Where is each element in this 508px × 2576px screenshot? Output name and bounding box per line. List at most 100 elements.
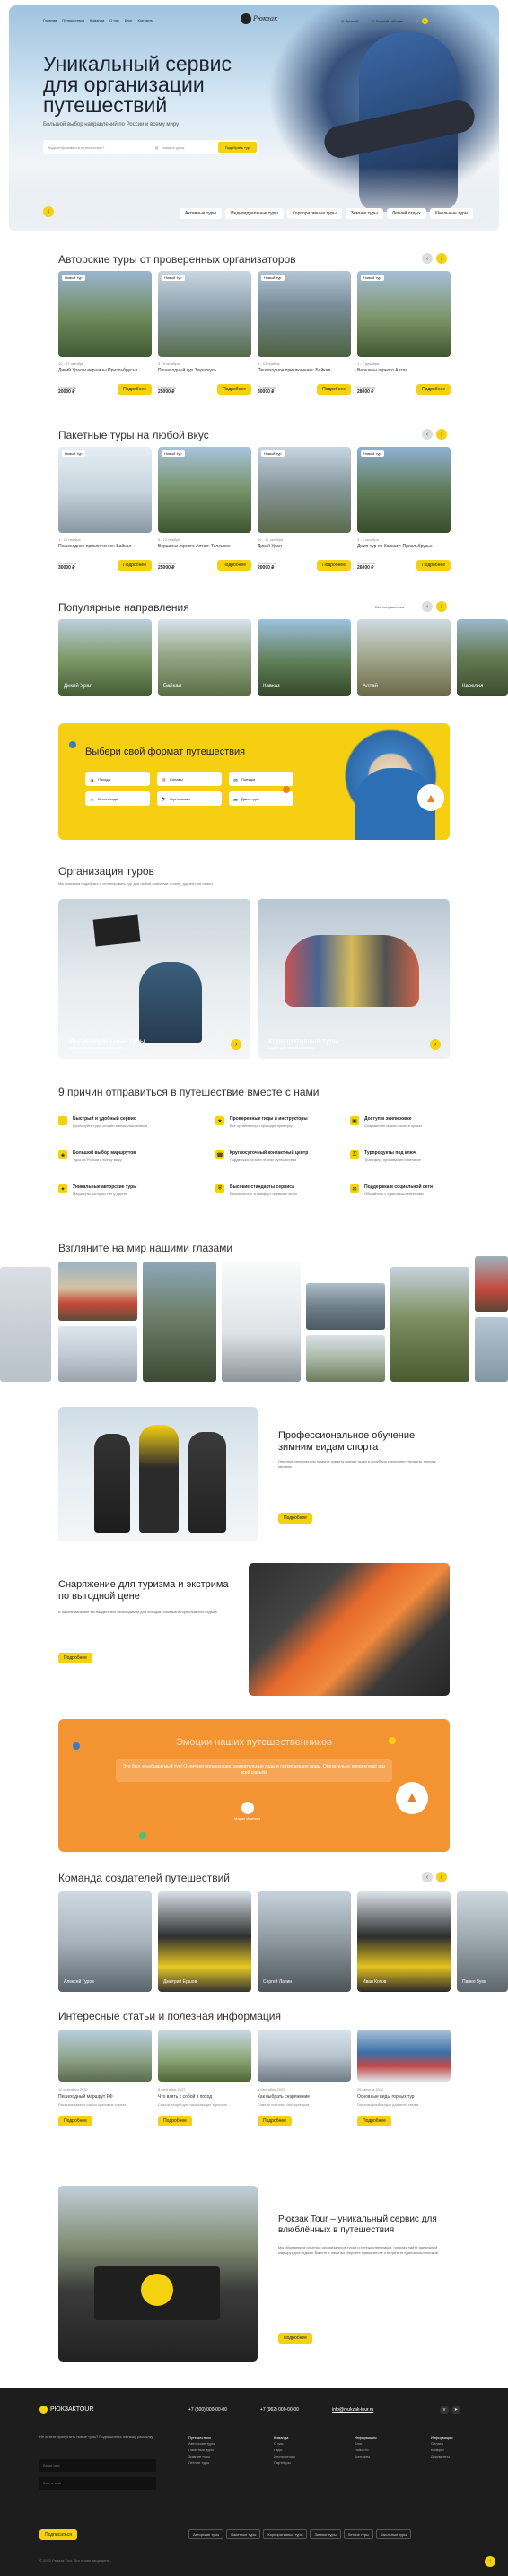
gallery-photo[interactable] — [143, 1262, 216, 1382]
footer-email[interactable]: info@ryukzak-tour.ru — [332, 2407, 373, 2413]
language-select[interactable]: ◎ Русский — [341, 19, 358, 23]
date-input[interactable]: Укажите даты — [159, 145, 218, 150]
details-button[interactable]: Подробнее — [416, 560, 451, 571]
search-button[interactable]: Подобрать тур — [217, 142, 257, 153]
details-button[interactable]: Подробнее — [217, 384, 251, 395]
gallery-photo[interactable] — [0, 1267, 51, 1382]
article-details-button[interactable]: Подробнее — [158, 2116, 192, 2126]
chip[interactable]: Летний отдых — [386, 208, 426, 219]
destination-card[interactable]: Дикий Урал — [58, 619, 152, 696]
tour-card[interactable]: Новый тур 1 - 7 декабря Вершины горного … — [357, 271, 451, 395]
prev-arrow-icon[interactable]: ‹ — [422, 429, 433, 440]
about-details-button[interactable]: Подробнее — [278, 2333, 312, 2344]
format-option[interactable]: 🚙 Джип-туры — [229, 791, 293, 806]
nav-item[interactable]: Главная — [43, 18, 57, 22]
scroll-top-button[interactable]: ↑ — [485, 2556, 495, 2567]
details-button[interactable]: Подробнее — [118, 384, 152, 395]
footer-tag[interactable]: Пакетные туры — [226, 2529, 261, 2539]
tour-card[interactable]: Новый тур 5 - 12 ноября Пешеходное прикл… — [258, 271, 351, 395]
chip[interactable]: Индивидуальные туры — [225, 208, 284, 219]
footer-tag[interactable]: Зимние туры — [310, 2529, 341, 2539]
next-arrow-icon[interactable]: › — [436, 253, 447, 264]
gallery-photo[interactable] — [390, 1267, 469, 1382]
gallery-photo[interactable] — [58, 1262, 137, 1321]
team-member-card[interactable]: Иван Котов — [357, 1891, 451, 1992]
next-arrow-icon[interactable]: › — [436, 1872, 447, 1882]
footer-tag[interactable]: Корпоративные туры — [263, 2529, 308, 2539]
chip[interactable]: Корпоративные туры — [286, 208, 342, 219]
gallery-photo[interactable] — [475, 1317, 508, 1382]
team-member-card[interactable]: Павел Зуев — [457, 1891, 508, 1992]
details-button[interactable]: Подробнее — [317, 384, 351, 395]
org-card[interactable]: Корпоративные туры Отдых для вашей коман… — [258, 899, 450, 1059]
gallery-photo[interactable] — [222, 1262, 301, 1382]
nav-item[interactable]: Команда — [90, 18, 104, 22]
gallery-photo[interactable] — [58, 1326, 137, 1382]
nav-item[interactable]: Путешествия — [62, 18, 84, 22]
nav-item[interactable]: Контакты — [138, 18, 153, 22]
gallery-photo[interactable] — [475, 1256, 508, 1312]
chip[interactable]: Зимние туры — [345, 208, 383, 219]
details-button[interactable]: Подробнее — [118, 560, 152, 571]
prev-arrow-icon[interactable]: ‹ — [422, 253, 433, 264]
tour-card[interactable]: Новый тур 3 - 8 октября Джип-тур по Кавк… — [357, 447, 451, 571]
details-button[interactable]: Подробнее — [416, 384, 451, 395]
team-member-card[interactable]: Сергей Лапин — [258, 1891, 351, 1992]
footer-tag[interactable]: Летние туры — [343, 2529, 373, 2539]
nav-item[interactable]: О нас — [109, 18, 119, 22]
arrow-right-icon[interactable]: › — [231, 1039, 241, 1050]
subscribe-button[interactable]: Подписаться — [39, 2529, 77, 2540]
format-option[interactable]: ⛵ Сплавы — [157, 772, 222, 786]
article-card[interactable]: 1 сентября 2022 Как выбрать снаряжение С… — [258, 2030, 351, 2126]
next-arrow-icon[interactable]: › — [436, 429, 447, 440]
email-input[interactable]: Ваш e-mail — [39, 2477, 156, 2490]
gear-details-button[interactable]: Подробнее — [58, 1653, 92, 1663]
details-button[interactable]: Подробнее — [317, 560, 351, 571]
format-option[interactable]: 🚌 Поездки — [229, 772, 293, 786]
tour-card[interactable]: Новый тур 1 - 10 ноября Пешеходное прикл… — [58, 447, 152, 571]
destination-card[interactable]: Кавказ — [258, 619, 351, 696]
format-option[interactable]: ⛷ Горнолыжка — [157, 791, 222, 806]
scroll-down-button[interactable]: ↓ — [43, 206, 54, 217]
destination-input[interactable]: Куда отправимся в путешествие? — [43, 145, 155, 150]
name-input[interactable]: Ваше имя — [39, 2459, 156, 2472]
destination-card[interactable]: Алтай — [357, 619, 451, 696]
article-card[interactable]: 8 сентября 2022 Что взять с собой в похо… — [158, 2030, 251, 2126]
arrow-right-icon[interactable]: › — [430, 1039, 441, 1050]
logo[interactable]: Рюкзак — [241, 13, 277, 24]
article-card[interactable]: 25 августа 2022 Основные виды горных тур… — [357, 2030, 451, 2126]
cart-button[interactable]: 🛒 0 — [416, 18, 428, 24]
tour-card[interactable]: Новый тур 3 - 8 октября Пешеходный тур З… — [158, 271, 251, 395]
tour-card[interactable]: Новый тур 10 - 17 октября Дикий Урал Сто… — [258, 447, 351, 571]
prev-arrow-icon[interactable]: ‹ — [422, 1872, 433, 1882]
gallery-photo[interactable] — [306, 1335, 385, 1382]
chip[interactable]: Активные туры — [180, 208, 223, 219]
tour-card[interactable]: Новый тур 5 - 12 ноября Вершины горного … — [158, 447, 251, 571]
login-link[interactable]: ☺ Личный кабинет — [371, 19, 402, 23]
destination-card[interactable]: Байкал — [158, 619, 251, 696]
destination-card[interactable]: Карелия — [457, 619, 508, 696]
article-card[interactable]: 12 сентября 2022 Пешеходный маршрут РФ Р… — [58, 2030, 152, 2126]
format-option[interactable]: ⛺ Походы — [85, 772, 150, 786]
org-card[interactable]: Индивидуальные туры Отдых для вас и ваши… — [58, 899, 250, 1059]
gallery-photo[interactable] — [306, 1283, 385, 1330]
footer-tag[interactable]: Авторские туры — [188, 2529, 224, 2539]
telegram-icon[interactable]: ➤ — [451, 2406, 460, 2414]
format-option[interactable]: 🚲 Велопоходы — [85, 791, 150, 806]
training-details-button[interactable]: Подробнее — [278, 1513, 312, 1524]
footer-phone[interactable]: +7 (962) 000-00-00 — [260, 2407, 299, 2413]
details-button[interactable]: Подробнее — [217, 560, 251, 571]
article-details-button[interactable]: Подробнее — [357, 2116, 391, 2126]
chip[interactable]: Школьные туры — [429, 208, 474, 219]
article-details-button[interactable]: Подробнее — [58, 2116, 92, 2126]
article-details-button[interactable]: Подробнее — [258, 2116, 292, 2126]
all-destinations-link[interactable]: Все направления — [375, 605, 404, 609]
team-member-card[interactable]: Дмитрий Ершов — [158, 1891, 251, 1992]
footer-phone[interactable]: +7 (800) 000-00-00 — [188, 2407, 227, 2413]
nav-item[interactable]: Блог — [125, 18, 133, 22]
tour-card[interactable]: Новый тур 10 - 17 октября Дикий Урал и в… — [58, 271, 152, 395]
next-arrow-icon[interactable]: › — [436, 601, 447, 612]
prev-arrow-icon[interactable]: ‹ — [422, 601, 433, 612]
footer-logo[interactable]: РЮКЗАКTOUR — [39, 2406, 93, 2414]
footer-tag[interactable]: Школьные туры — [375, 2529, 412, 2539]
